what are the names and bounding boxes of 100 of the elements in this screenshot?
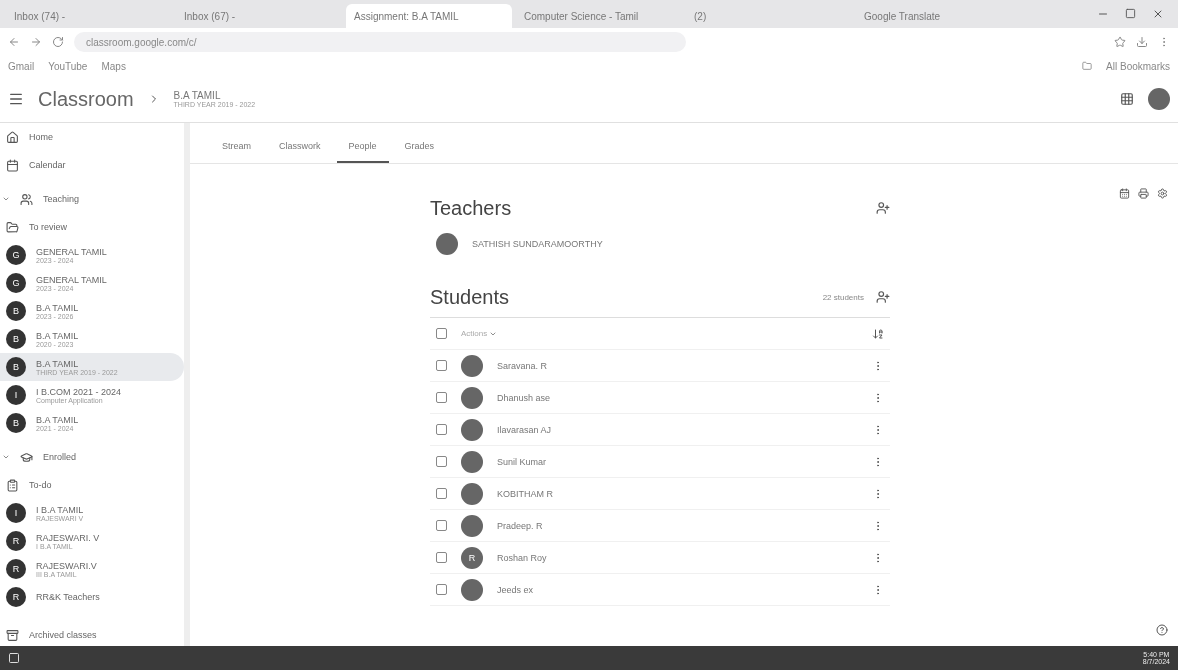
section-header[interactable]: Enrolled [0, 443, 184, 471]
checkbox[interactable] [436, 488, 447, 499]
class-name: I B.A TAMIL [36, 504, 84, 515]
student-name: KOBITHAM R [497, 488, 554, 499]
page-tab[interactable]: People [336, 141, 389, 163]
class-avatar: B [6, 301, 26, 321]
browser-tab[interactable]: Computer Science - Tamil [516, 4, 682, 28]
checkbox[interactable] [436, 552, 447, 563]
bookmark[interactable]: Gmail [8, 60, 35, 72]
maximize-icon[interactable] [1125, 8, 1136, 19]
close-icon[interactable] [1152, 8, 1164, 20]
class-name: GENERAL TAMIL [36, 274, 107, 285]
avatar-icon [461, 386, 483, 409]
bookmark[interactable]: YouTube [48, 60, 88, 72]
class-avatar: B [6, 329, 26, 349]
class-name: RR&K Teachers [36, 592, 100, 602]
browser-tab[interactable]: Inbox (67) - [176, 4, 342, 28]
avatar-icon [461, 450, 483, 473]
apps-icon[interactable] [1120, 92, 1134, 106]
browser-tab[interactable]: Google Translate [856, 4, 1022, 28]
class-avatar: B [6, 357, 26, 377]
nav-item[interactable]: Calendar [0, 151, 184, 179]
sort-icon[interactable] [872, 327, 884, 340]
folder-icon[interactable] [1082, 61, 1093, 71]
calendar-icon[interactable] [1119, 188, 1130, 199]
class-avatar: R [6, 531, 26, 551]
class-avatar: B [6, 413, 26, 433]
class-avatar: G [6, 273, 26, 293]
home-icon [6, 130, 19, 144]
class-avatar: R [6, 587, 26, 607]
student-name: Dhanush ase [497, 392, 552, 403]
avatar-icon [436, 232, 458, 255]
avatar-icon [461, 418, 483, 441]
checkbox[interactable] [436, 520, 447, 531]
settings-icon[interactable] [1157, 188, 1168, 199]
back-icon[interactable] [8, 36, 20, 48]
checkbox[interactable] [436, 328, 447, 339]
teacher-name: SATHISH SUNDARAMOORTHY [472, 238, 604, 249]
page-tab[interactable]: Grades [392, 141, 447, 163]
avatar-icon [461, 514, 483, 537]
student-name: Roshan Roy [497, 552, 548, 563]
add-person-icon[interactable] [876, 201, 890, 215]
help-icon[interactable] [1156, 624, 1168, 636]
avatar-icon[interactable] [1148, 88, 1170, 110]
checkbox[interactable] [436, 392, 447, 403]
app-title[interactable]: Classroom [38, 87, 134, 111]
class-name: RAJESWARI. V [36, 532, 100, 543]
checkbox[interactable] [436, 360, 447, 371]
nav-item[interactable]: Archived classes [0, 621, 184, 646]
reload-icon[interactable] [52, 36, 64, 48]
download-icon[interactable] [1136, 36, 1148, 48]
folder-icon [6, 220, 19, 234]
printer-icon[interactable] [1138, 188, 1149, 199]
student-count: 22 students [822, 292, 864, 302]
checkbox[interactable] [436, 424, 447, 435]
menu-icon[interactable] [8, 91, 24, 107]
class-name: B.A TAMIL [36, 358, 80, 369]
section-title: Teachers [430, 196, 512, 220]
page-tab[interactable]: Classwork [267, 141, 333, 163]
student-name: Jeeds ex [497, 584, 535, 595]
class-name: I B.COM 2021 - 2024 [36, 386, 122, 397]
class-name: B.A TAMIL [36, 414, 79, 425]
star-icon[interactable] [1114, 36, 1126, 48]
bookmark[interactable]: Maps [101, 60, 126, 72]
student-name: Ilavarasan AJ [497, 424, 553, 435]
checkbox[interactable] [436, 584, 447, 595]
nav-item[interactable]: To review [0, 213, 184, 241]
class-avatar: I [6, 385, 26, 405]
avatar-icon [461, 354, 483, 377]
checkbox[interactable] [436, 456, 447, 467]
class-name: GENERAL TAMIL [36, 246, 107, 257]
browser-tab[interactable]: Assignment: B.A TAMIL [346, 4, 512, 28]
add-person-icon[interactable] [876, 290, 890, 304]
browser-tab[interactable]: (2) [686, 4, 852, 28]
archive-icon [6, 628, 19, 642]
people-icon [20, 192, 33, 206]
class-avatar: R [6, 559, 26, 579]
class-name: B.A TAMIL [36, 330, 79, 341]
all-bookmarks[interactable]: All Bookmarks [1106, 60, 1170, 72]
avatar-icon: R [461, 546, 483, 569]
student-name: Saravana. R [497, 360, 549, 371]
class-item[interactable]: R RR&K Teachers [0, 583, 184, 611]
clipboard-icon [6, 478, 19, 492]
calendar-icon [6, 158, 19, 172]
avatar-icon [461, 482, 483, 505]
section-title: Students [430, 285, 509, 309]
class-title: B.A TAMIL [173, 90, 222, 101]
browser-tab[interactable]: Inbox (74) - [6, 4, 172, 28]
nav-item[interactable]: Home [0, 123, 184, 151]
address-bar[interactable]: classroom.google.com/c/ [74, 32, 686, 52]
class-name: RAJESWARI.V [36, 560, 97, 571]
student-name: Sunil Kumar [497, 456, 548, 467]
class-avatar: I [6, 503, 26, 523]
class-avatar: G [6, 245, 26, 265]
section-header[interactable]: Teaching [0, 185, 184, 213]
page-tab[interactable]: Stream [210, 141, 263, 163]
avatar-icon [461, 578, 483, 601]
nav-item[interactable]: To-do [0, 471, 184, 499]
graduation-cap-icon [20, 450, 33, 464]
class-name: B.A TAMIL [36, 302, 79, 313]
